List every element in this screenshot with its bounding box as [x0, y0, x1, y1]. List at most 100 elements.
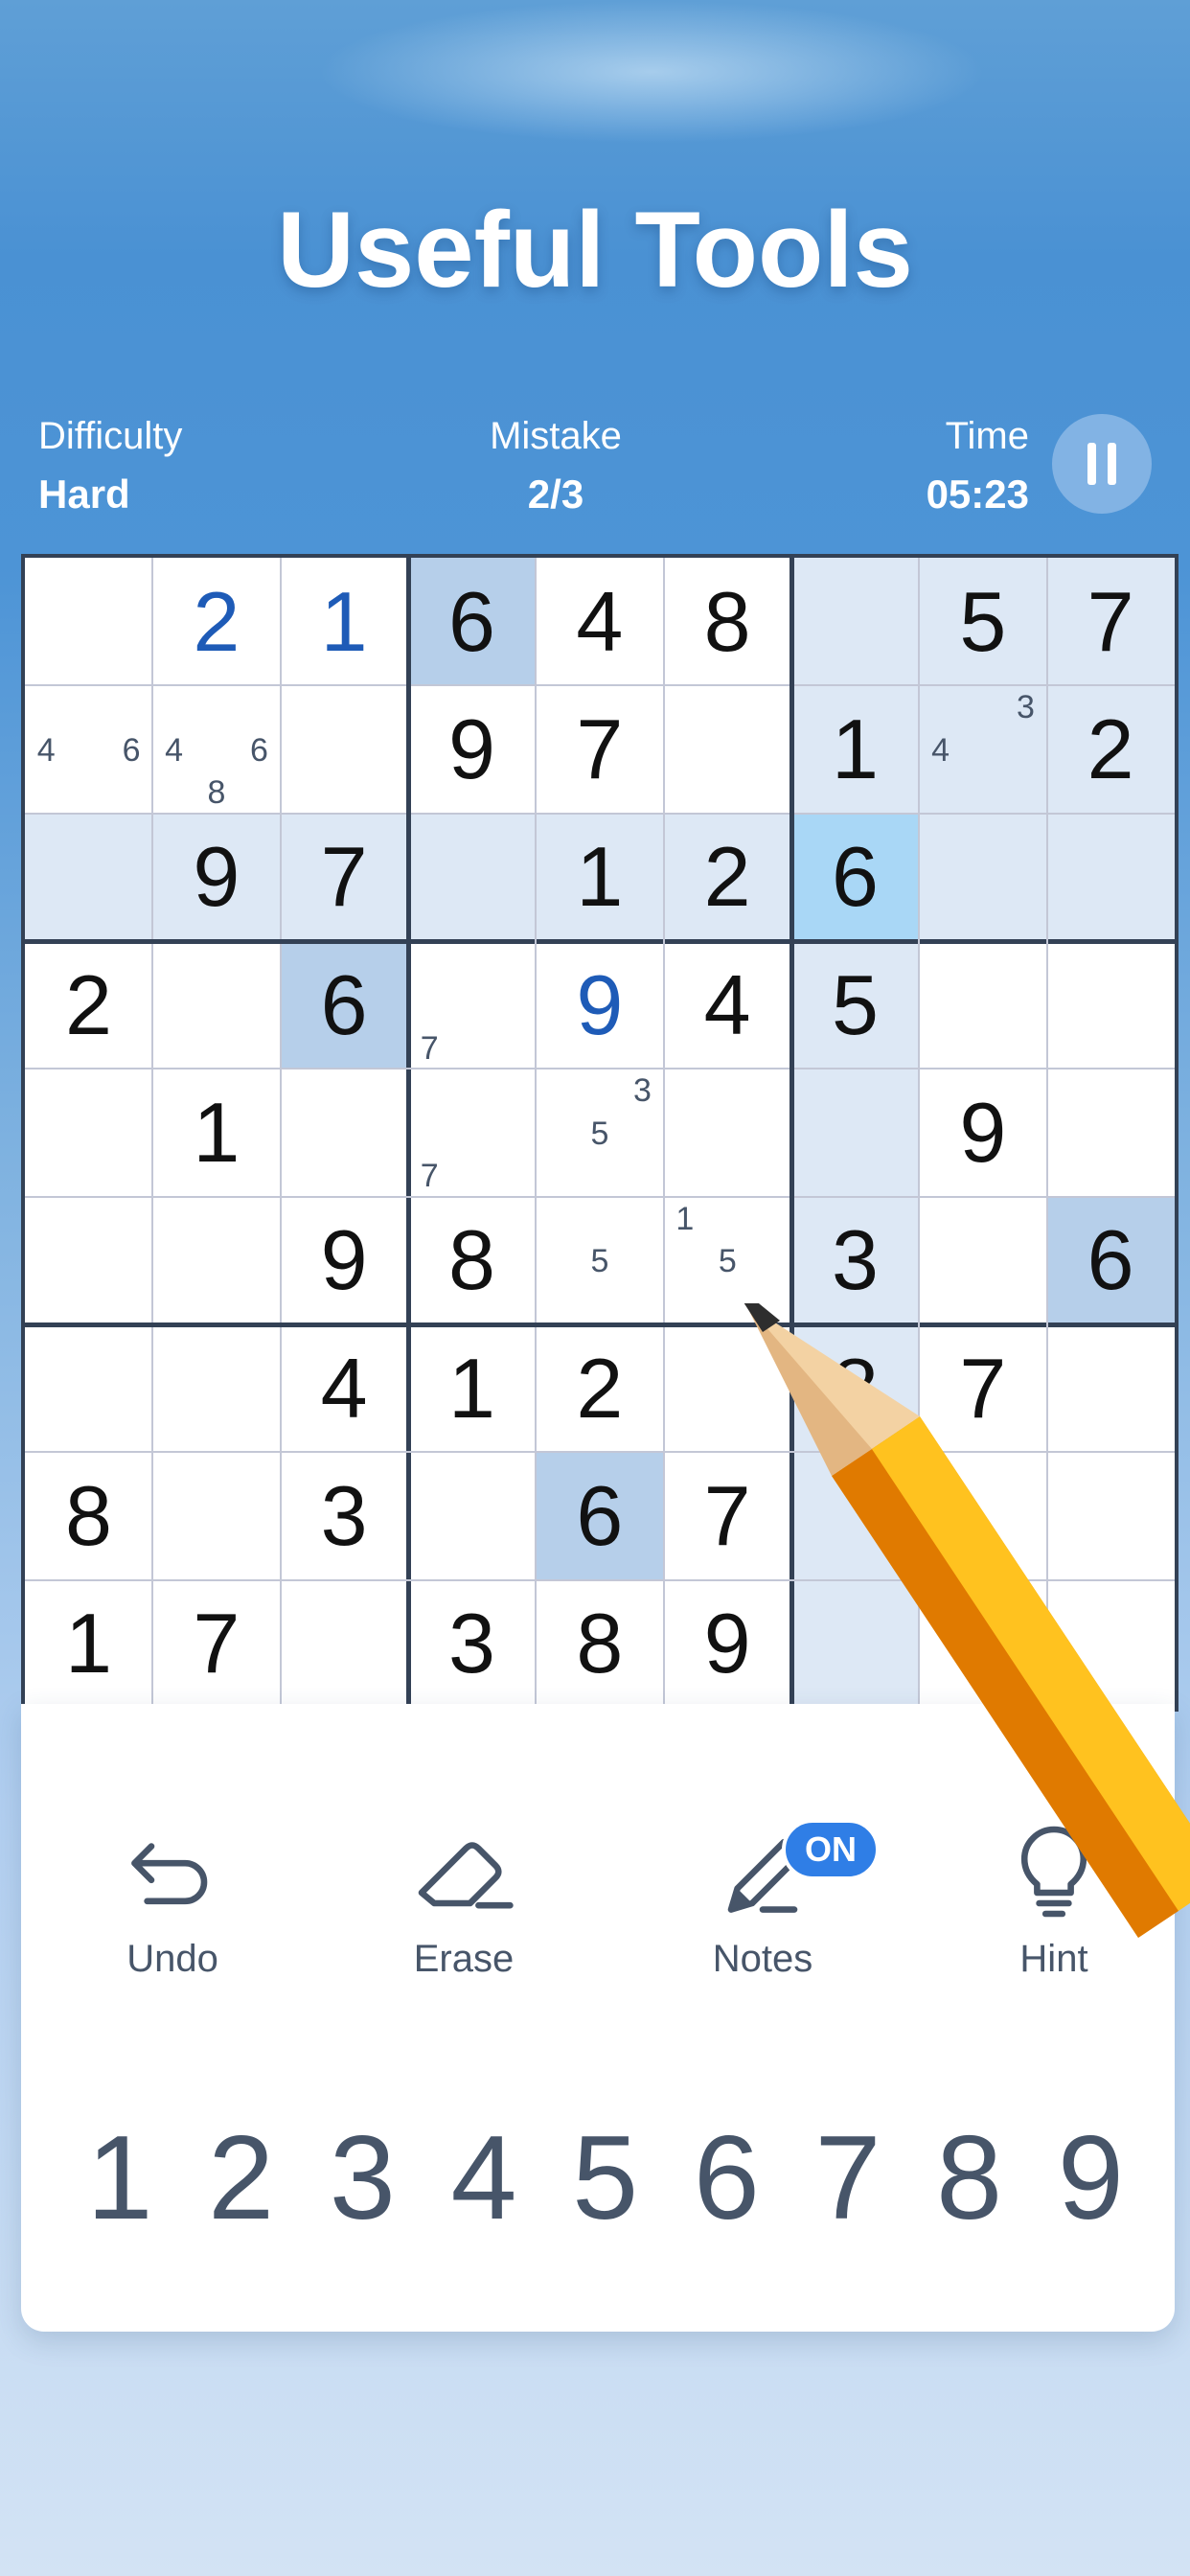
- mistake-counter: 2/3: [527, 472, 584, 517]
- number-key[interactable]: 9: [1030, 2112, 1151, 2244]
- sudoku-cell[interactable]: 1: [152, 1069, 280, 1196]
- hint-button[interactable]: Hint: [958, 1819, 1150, 1991]
- sudoku-cell[interactable]: [281, 1580, 408, 1708]
- sudoku-cell[interactable]: 7: [536, 685, 663, 813]
- sudoku-cell[interactable]: 8: [25, 1452, 152, 1579]
- sudoku-cell[interactable]: [281, 685, 408, 813]
- sudoku-cell[interactable]: 7: [280, 813, 408, 941]
- sudoku-cell[interactable]: 9: [152, 813, 281, 941]
- sudoku-cell[interactable]: [25, 813, 152, 941]
- sudoku-cell[interactable]: 4: [664, 941, 791, 1069]
- grid-line: [279, 558, 282, 1708]
- pencil-note: 4: [36, 731, 56, 769]
- sudoku-cell[interactable]: [791, 558, 919, 685]
- number-key[interactable]: 6: [666, 2112, 787, 2244]
- sudoku-cell[interactable]: 9: [664, 1580, 791, 1708]
- sudoku-cell[interactable]: 1: [536, 813, 664, 941]
- sudoku-cell[interactable]: 9: [408, 685, 536, 813]
- sudoku-cell[interactable]: 7: [664, 1452, 791, 1579]
- sudoku-cell[interactable]: [1046, 813, 1175, 941]
- sudoku-cell[interactable]: [152, 941, 280, 1069]
- sudoku-cell[interactable]: 9: [919, 1069, 1046, 1196]
- sudoku-cell[interactable]: 3: [408, 1580, 536, 1708]
- number-key[interactable]: 1: [59, 2112, 180, 2244]
- sudoku-cell[interactable]: 8: [536, 1580, 663, 1708]
- lightbulb-icon: [1020, 1826, 1087, 1918]
- sudoku-cell[interactable]: 6: [280, 941, 408, 1069]
- sudoku-cell[interactable]: 2: [25, 941, 152, 1069]
- sudoku-cell[interactable]: 2: [663, 813, 791, 941]
- grid-line: [25, 812, 1175, 815]
- number-key[interactable]: 5: [545, 2112, 666, 2244]
- notes-on-badge: ON: [782, 1819, 880, 1880]
- sudoku-cell[interactable]: [664, 1324, 791, 1452]
- sudoku-cell[interactable]: 7: [152, 1580, 280, 1708]
- control-panel: Undo Erase Notes ON Hint 123456789: [21, 1704, 1175, 2332]
- sudoku-cell[interactable]: [152, 1452, 280, 1579]
- sudoku-cell[interactable]: [152, 1324, 280, 1452]
- notes-label: Notes: [712, 1938, 813, 1980]
- sudoku-cell[interactable]: [919, 1197, 1046, 1324]
- number-key[interactable]: 3: [302, 2112, 423, 2244]
- sudoku-cell[interactable]: [281, 1069, 408, 1196]
- sudoku-cell[interactable]: 2: [1046, 685, 1175, 814]
- sudoku-cell[interactable]: 1: [408, 1324, 536, 1452]
- number-pad: 123456789: [59, 2112, 1152, 2244]
- erase-button[interactable]: Erase: [368, 1819, 560, 1991]
- pause-button[interactable]: [1052, 414, 1152, 514]
- sudoku-cell[interactable]: 4: [536, 558, 663, 685]
- sudoku-cell[interactable]: 8: [408, 1197, 536, 1324]
- sudoku-cell[interactable]: [25, 1324, 152, 1452]
- sudoku-cell[interactable]: [1047, 1069, 1175, 1196]
- sudoku-cell[interactable]: 6: [791, 813, 919, 941]
- sudoku-cell[interactable]: 1: [791, 685, 919, 814]
- number-key[interactable]: 8: [909, 2112, 1030, 2244]
- sudoku-cell[interactable]: 6: [408, 558, 536, 685]
- sudoku-cell[interactable]: [919, 1580, 1046, 1708]
- sudoku-cell[interactable]: 2: [536, 1324, 663, 1452]
- sudoku-cell[interactable]: 1: [25, 1580, 152, 1708]
- sudoku-cell[interactable]: 5: [919, 558, 1047, 685]
- number-key[interactable]: 7: [788, 2112, 908, 2244]
- box-divider: [790, 558, 794, 1708]
- sudoku-cell[interactable]: 3: [791, 1196, 919, 1324]
- sudoku-cell[interactable]: 3: [281, 1452, 408, 1579]
- undo-button[interactable]: Undo: [77, 1819, 268, 1991]
- box-divider: [406, 558, 411, 1708]
- sudoku-cell[interactable]: 9: [281, 1197, 408, 1324]
- sudoku-cell[interactable]: 8: [791, 1324, 919, 1452]
- sudoku-cell[interactable]: [152, 1197, 280, 1324]
- sudoku-cell[interactable]: [919, 941, 1046, 1069]
- sudoku-cell[interactable]: [1047, 941, 1175, 1069]
- sudoku-cell[interactable]: [919, 813, 1047, 941]
- sudoku-cell[interactable]: [664, 685, 791, 813]
- sudoku-cell[interactable]: [791, 1452, 919, 1580]
- sudoku-cell[interactable]: 1: [281, 558, 408, 685]
- sudoku-cell[interactable]: [408, 1452, 536, 1579]
- sudoku-cell[interactable]: [791, 1579, 919, 1708]
- sudoku-cell[interactable]: 8: [664, 558, 791, 685]
- sudoku-board: 2164857971297126269451998364128783671738…: [21, 554, 1179, 1712]
- sudoku-cell[interactable]: 5: [791, 941, 919, 1069]
- sudoku-cell[interactable]: 6: [536, 1452, 664, 1580]
- sudoku-cell[interactable]: [25, 558, 152, 685]
- sudoku-cell[interactable]: [408, 813, 536, 941]
- sudoku-cell[interactable]: [1047, 1452, 1175, 1579]
- sudoku-cell[interactable]: [1047, 1324, 1175, 1452]
- sudoku-cell[interactable]: [1047, 1580, 1175, 1708]
- sudoku-cell[interactable]: 9: [536, 941, 663, 1069]
- sudoku-cell[interactable]: 7: [1046, 558, 1175, 685]
- sudoku-cell[interactable]: 7: [919, 1324, 1046, 1452]
- box-divider: [25, 939, 1175, 944]
- number-key[interactable]: 4: [423, 2112, 544, 2244]
- sudoku-cell[interactable]: [919, 1452, 1046, 1579]
- sudoku-cell[interactable]: 2: [152, 558, 280, 685]
- sudoku-cell[interactable]: 4: [281, 1324, 408, 1452]
- time-label: Time: [945, 415, 1029, 457]
- sudoku-cell[interactable]: [664, 1069, 791, 1196]
- sudoku-cell[interactable]: [791, 1069, 919, 1197]
- sudoku-cell[interactable]: [25, 1197, 152, 1324]
- sudoku-cell[interactable]: [25, 1069, 152, 1196]
- number-key[interactable]: 2: [181, 2112, 302, 2244]
- sudoku-cell[interactable]: 6: [1046, 1196, 1175, 1324]
